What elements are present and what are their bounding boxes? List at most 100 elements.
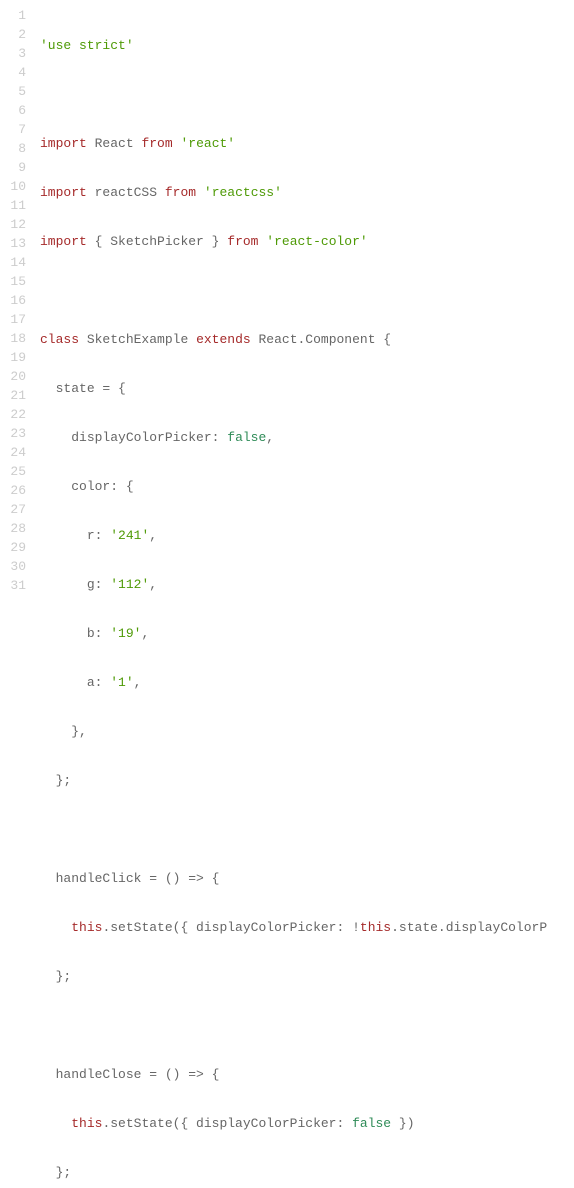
line-number: 17 <box>0 310 26 329</box>
code-line: a: '1', <box>40 673 574 692</box>
token-prop: r: <box>87 528 103 543</box>
token-ident: state = { <box>56 381 126 396</box>
line-number: 31 <box>0 576 26 595</box>
code-line: import reactCSS from 'reactcss' <box>40 183 574 202</box>
token-string: 'use strict' <box>40 38 134 53</box>
line-number: 9 <box>0 158 26 177</box>
line-number: 7 <box>0 120 26 139</box>
token-ident: .state.displayColorP <box>391 920 547 935</box>
line-number: 27 <box>0 500 26 519</box>
token-keyword: import <box>40 136 87 151</box>
token-prop: b: <box>87 626 103 641</box>
code-line: }; <box>40 771 574 790</box>
line-number: 28 <box>0 519 26 538</box>
line-number: 6 <box>0 101 26 120</box>
token-keyword: class <box>40 332 79 347</box>
line-number: 18 <box>0 329 26 348</box>
line-number: 12 <box>0 215 26 234</box>
line-number: 5 <box>0 82 26 101</box>
code-line: 'use strict' <box>40 36 574 55</box>
token-ident: reactCSS <box>95 185 157 200</box>
token-this: this <box>71 1116 102 1131</box>
token-string: '241' <box>110 528 149 543</box>
token-punct: , <box>149 528 157 543</box>
line-number: 16 <box>0 291 26 310</box>
code-line <box>40 1016 574 1035</box>
token-call: .setState({ displayColorPicker: <box>102 1116 344 1131</box>
token-prop: displayColorPicker: <box>71 430 219 445</box>
code-line <box>40 281 574 300</box>
code-line: handleClose = () => { <box>40 1065 574 1084</box>
code-line <box>40 820 574 839</box>
code-line: }; <box>40 967 574 986</box>
line-number: 15 <box>0 272 26 291</box>
code-line: b: '19', <box>40 624 574 643</box>
token-string: 'react-color' <box>266 234 367 249</box>
line-number: 14 <box>0 253 26 272</box>
code-line: handleClick = () => { <box>40 869 574 888</box>
code-line: this.setState({ displayColorPicker: !thi… <box>40 918 574 937</box>
line-number: 26 <box>0 481 26 500</box>
token-literal: false <box>352 1116 391 1131</box>
line-number: 2 <box>0 25 26 44</box>
code-line: state = { <box>40 379 574 398</box>
token-keyword: import <box>40 185 87 200</box>
token-string: '1' <box>110 675 133 690</box>
line-number: 10 <box>0 177 26 196</box>
code-line: import React from 'react' <box>40 134 574 153</box>
line-number: 30 <box>0 557 26 576</box>
code-line: r: '241', <box>40 526 574 545</box>
code-line <box>40 85 574 104</box>
token-keyword: from <box>227 234 258 249</box>
token-punct: }; <box>56 773 72 788</box>
code-line: g: '112', <box>40 575 574 594</box>
token-punct: , <box>134 675 142 690</box>
token-ident: handleClose = () => { <box>56 1067 220 1082</box>
line-number: 13 <box>0 234 26 253</box>
code-block: 1 2 3 4 5 6 7 8 9 10 11 12 13 14 15 16 1… <box>0 0 574 1188</box>
line-number: 24 <box>0 443 26 462</box>
token-punct: }; <box>56 1165 72 1180</box>
line-number: 11 <box>0 196 26 215</box>
code-line: this.setState({ displayColorPicker: fals… <box>40 1114 574 1133</box>
token-punct: , <box>266 430 274 445</box>
code-content: 'use strict' import React from 'react' i… <box>40 6 574 1188</box>
line-number: 22 <box>0 405 26 424</box>
token-string: 'reactcss' <box>204 185 282 200</box>
token-ident: { SketchPicker } <box>95 234 220 249</box>
token-this: this <box>71 920 102 935</box>
token-this: this <box>360 920 391 935</box>
code-line: color: { <box>40 477 574 496</box>
line-number: 8 <box>0 139 26 158</box>
token-keyword: from <box>141 136 172 151</box>
code-line: class SketchExample extends React.Compon… <box>40 330 574 349</box>
line-number: 21 <box>0 386 26 405</box>
line-number: 29 <box>0 538 26 557</box>
token-punct: , <box>141 626 149 641</box>
token-string: 'react' <box>180 136 235 151</box>
token-ident: React <box>95 136 134 151</box>
token-prop: a: <box>87 675 103 690</box>
token-punct: , <box>149 577 157 592</box>
line-number: 3 <box>0 44 26 63</box>
token-keyword: extends <box>196 332 251 347</box>
token-ident: React.Component { <box>258 332 391 347</box>
code-line: }, <box>40 722 574 741</box>
line-number: 1 <box>0 6 26 25</box>
token-string: '19' <box>110 626 141 641</box>
token-punct: }, <box>71 724 87 739</box>
line-number: 20 <box>0 367 26 386</box>
token-prop: color: { <box>71 479 133 494</box>
token-punct: }; <box>56 969 72 984</box>
token-call: .setState({ displayColorPicker: ! <box>102 920 359 935</box>
token-keyword: import <box>40 234 87 249</box>
line-number: 4 <box>0 63 26 82</box>
line-number: 25 <box>0 462 26 481</box>
token-prop: g: <box>87 577 103 592</box>
line-number-gutter: 1 2 3 4 5 6 7 8 9 10 11 12 13 14 15 16 1… <box>0 6 40 1188</box>
line-number: 23 <box>0 424 26 443</box>
token-ident: SketchExample <box>87 332 188 347</box>
code-line: displayColorPicker: false, <box>40 428 574 447</box>
token-keyword: from <box>165 185 196 200</box>
token-string: '112' <box>110 577 149 592</box>
